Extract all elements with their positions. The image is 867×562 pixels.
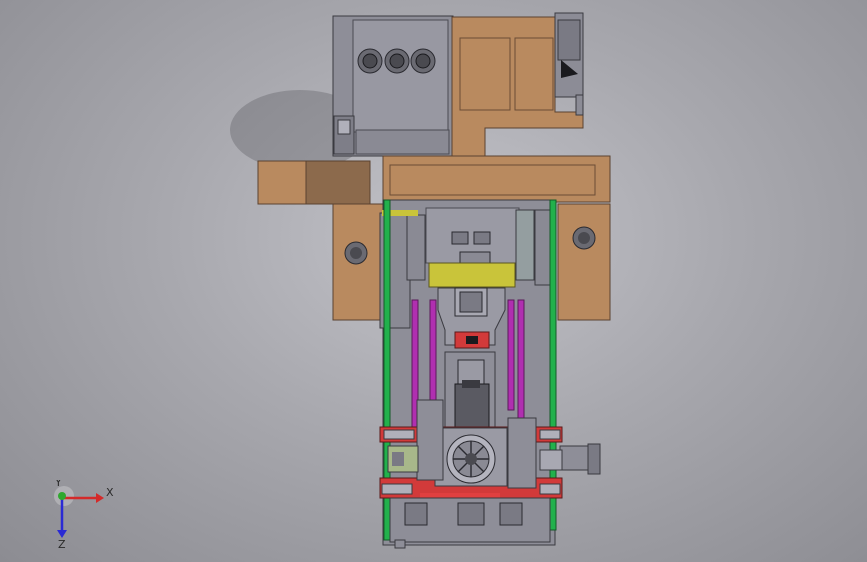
right-knob-icon <box>572 226 596 250</box>
top-housing[interactable] <box>332 15 454 157</box>
x-arrow-head-icon <box>96 493 104 503</box>
y-axis-label: Y <box>54 480 62 489</box>
sensor-bracket[interactable] <box>554 12 584 116</box>
z-arrow-head-icon <box>57 530 67 538</box>
central-carriage[interactable] <box>437 287 506 433</box>
base-blocks[interactable] <box>389 497 551 549</box>
coordinate-triad: X Y Z <box>54 480 114 550</box>
safety-guard <box>428 262 516 288</box>
left-bracket[interactable] <box>387 445 419 473</box>
assembly-model[interactable] <box>0 0 867 562</box>
y-axis-dot <box>58 492 66 500</box>
motor-knob-icon <box>384 48 410 74</box>
motor-knob-icon <box>357 48 383 74</box>
x-axis-label: X <box>106 486 114 499</box>
z-axis-label: Z <box>58 538 66 550</box>
cad-viewport[interactable]: X Y Z <box>0 0 867 562</box>
left-knob-icon <box>344 241 368 265</box>
motor-knob-icon <box>410 48 436 74</box>
